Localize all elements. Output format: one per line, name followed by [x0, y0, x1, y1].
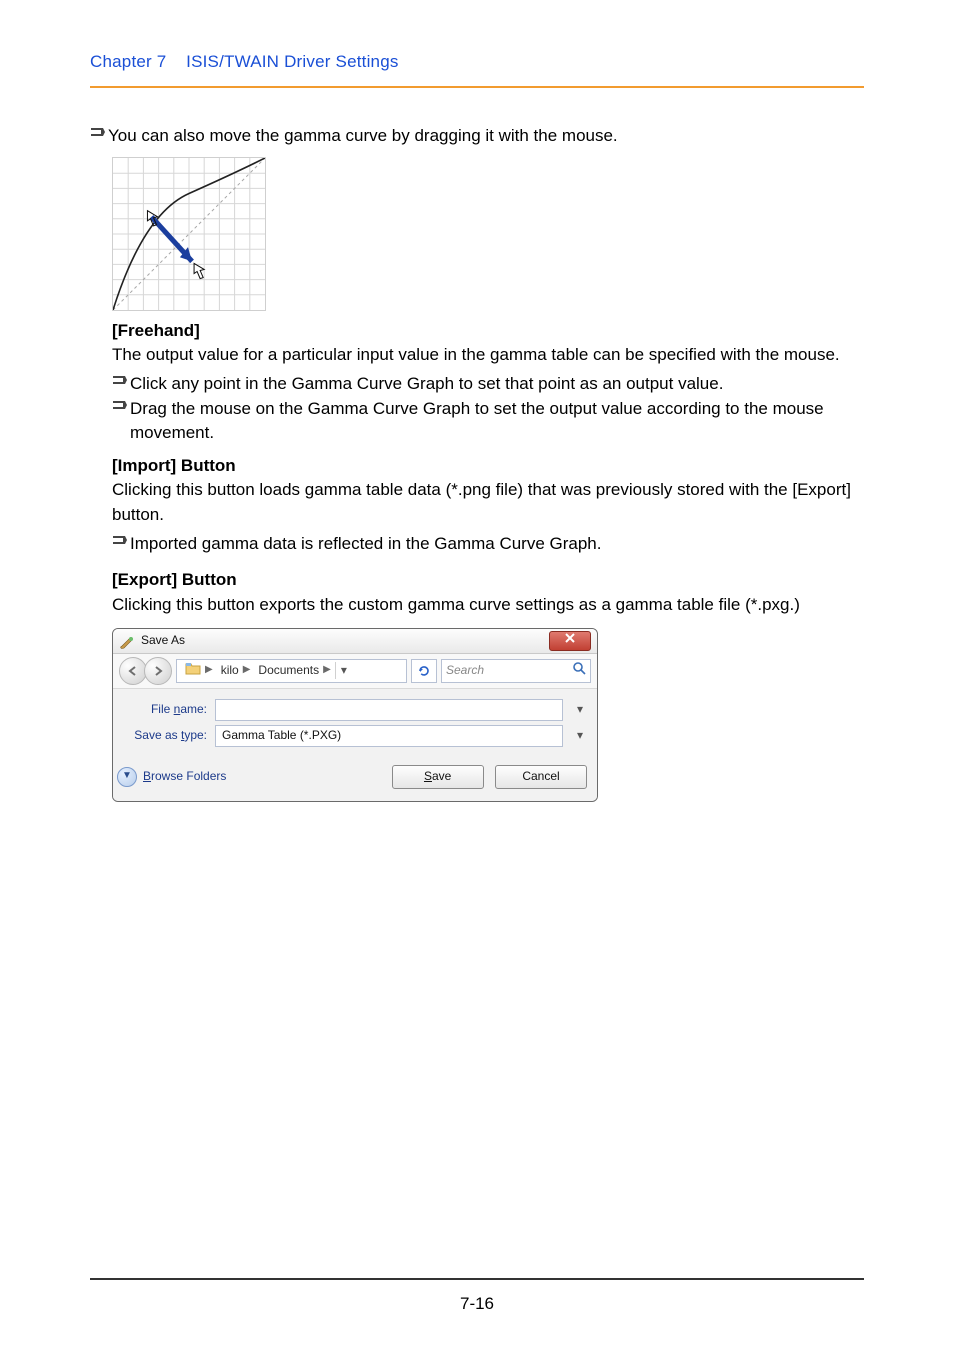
- search-input[interactable]: Search: [441, 659, 591, 683]
- chevron-right-icon: ▶: [323, 663, 331, 678]
- save-as-type-label: Save as type:: [121, 727, 207, 744]
- nav-back-button[interactable]: [119, 657, 147, 685]
- file-name-dropdown[interactable]: ▾: [571, 701, 589, 718]
- refresh-button[interactable]: [411, 659, 437, 683]
- paint-icon: [119, 633, 135, 649]
- save-button[interactable]: Save: [392, 765, 484, 789]
- search-placeholder: Search: [446, 662, 484, 679]
- freehand-bullet-drag: Drag the mouse on the Gamma Curve Graph …: [130, 397, 864, 446]
- pointer-icon: [90, 124, 108, 138]
- browse-folders-label: Browse Folders: [143, 768, 226, 785]
- breadcrumb-seg-2[interactable]: Documents: [258, 662, 319, 679]
- nav-forward-button[interactable]: [144, 657, 172, 685]
- close-button[interactable]: [549, 631, 591, 651]
- export-heading: [Export] Button: [112, 568, 864, 593]
- folder-icon: [185, 661, 201, 680]
- freehand-heading: [Freehand]: [112, 319, 864, 344]
- save-as-type-dropdown[interactable]: ▾: [571, 727, 589, 744]
- file-name-label: File name:: [121, 701, 207, 718]
- cancel-button[interactable]: Cancel: [495, 765, 587, 789]
- freehand-bullet-click: Click any point in the Gamma Curve Graph…: [130, 372, 723, 397]
- close-icon: [565, 633, 575, 649]
- import-note: Imported gamma data is reflected in the …: [130, 532, 601, 557]
- freehand-intro: The output value for a particular input …: [112, 343, 864, 368]
- pointer-icon: [112, 532, 130, 546]
- pointer-icon: [112, 397, 130, 411]
- breadcrumb-dropdown[interactable]: ▾: [335, 662, 352, 679]
- file-name-input[interactable]: [215, 699, 563, 721]
- note-move-gamma: You can also move the gamma curve by dra…: [108, 124, 618, 149]
- chapter-label: Chapter 7: [90, 52, 166, 71]
- save-as-type-value: Gamma Table (*.PXG): [222, 727, 341, 744]
- dialog-titlebar[interactable]: Save As: [113, 629, 597, 654]
- search-icon: [572, 661, 586, 680]
- import-heading: [Import] Button: [112, 454, 864, 479]
- page-header: Chapter 7 ISIS/TWAIN Driver Settings: [90, 52, 864, 86]
- page-number: 7-16: [0, 1294, 954, 1314]
- chevron-right-icon: ▶: [243, 663, 251, 678]
- browse-folders-toggle[interactable]: ▼ Browse Folders: [117, 767, 226, 787]
- gamma-drag-figure: [90, 157, 864, 311]
- chapter-title: ISIS/TWAIN Driver Settings: [186, 52, 398, 71]
- breadcrumb-seg-1[interactable]: kilo: [221, 662, 239, 679]
- save-as-dialog: Save As: [112, 628, 598, 802]
- chevron-right-icon: ▶: [205, 663, 213, 678]
- breadcrumb[interactable]: ▶ kilo ▶ Documents ▶ ▾: [176, 659, 407, 683]
- export-body: Clicking this button exports the custom …: [112, 593, 864, 618]
- footer-divider: [90, 1278, 864, 1280]
- dialog-title: Save As: [141, 632, 185, 649]
- save-as-type-select[interactable]: Gamma Table (*.PXG): [215, 725, 563, 747]
- chevron-down-icon: ▼: [117, 767, 137, 787]
- import-body: Clicking this button loads gamma table d…: [112, 478, 864, 527]
- pointer-icon: [112, 372, 130, 386]
